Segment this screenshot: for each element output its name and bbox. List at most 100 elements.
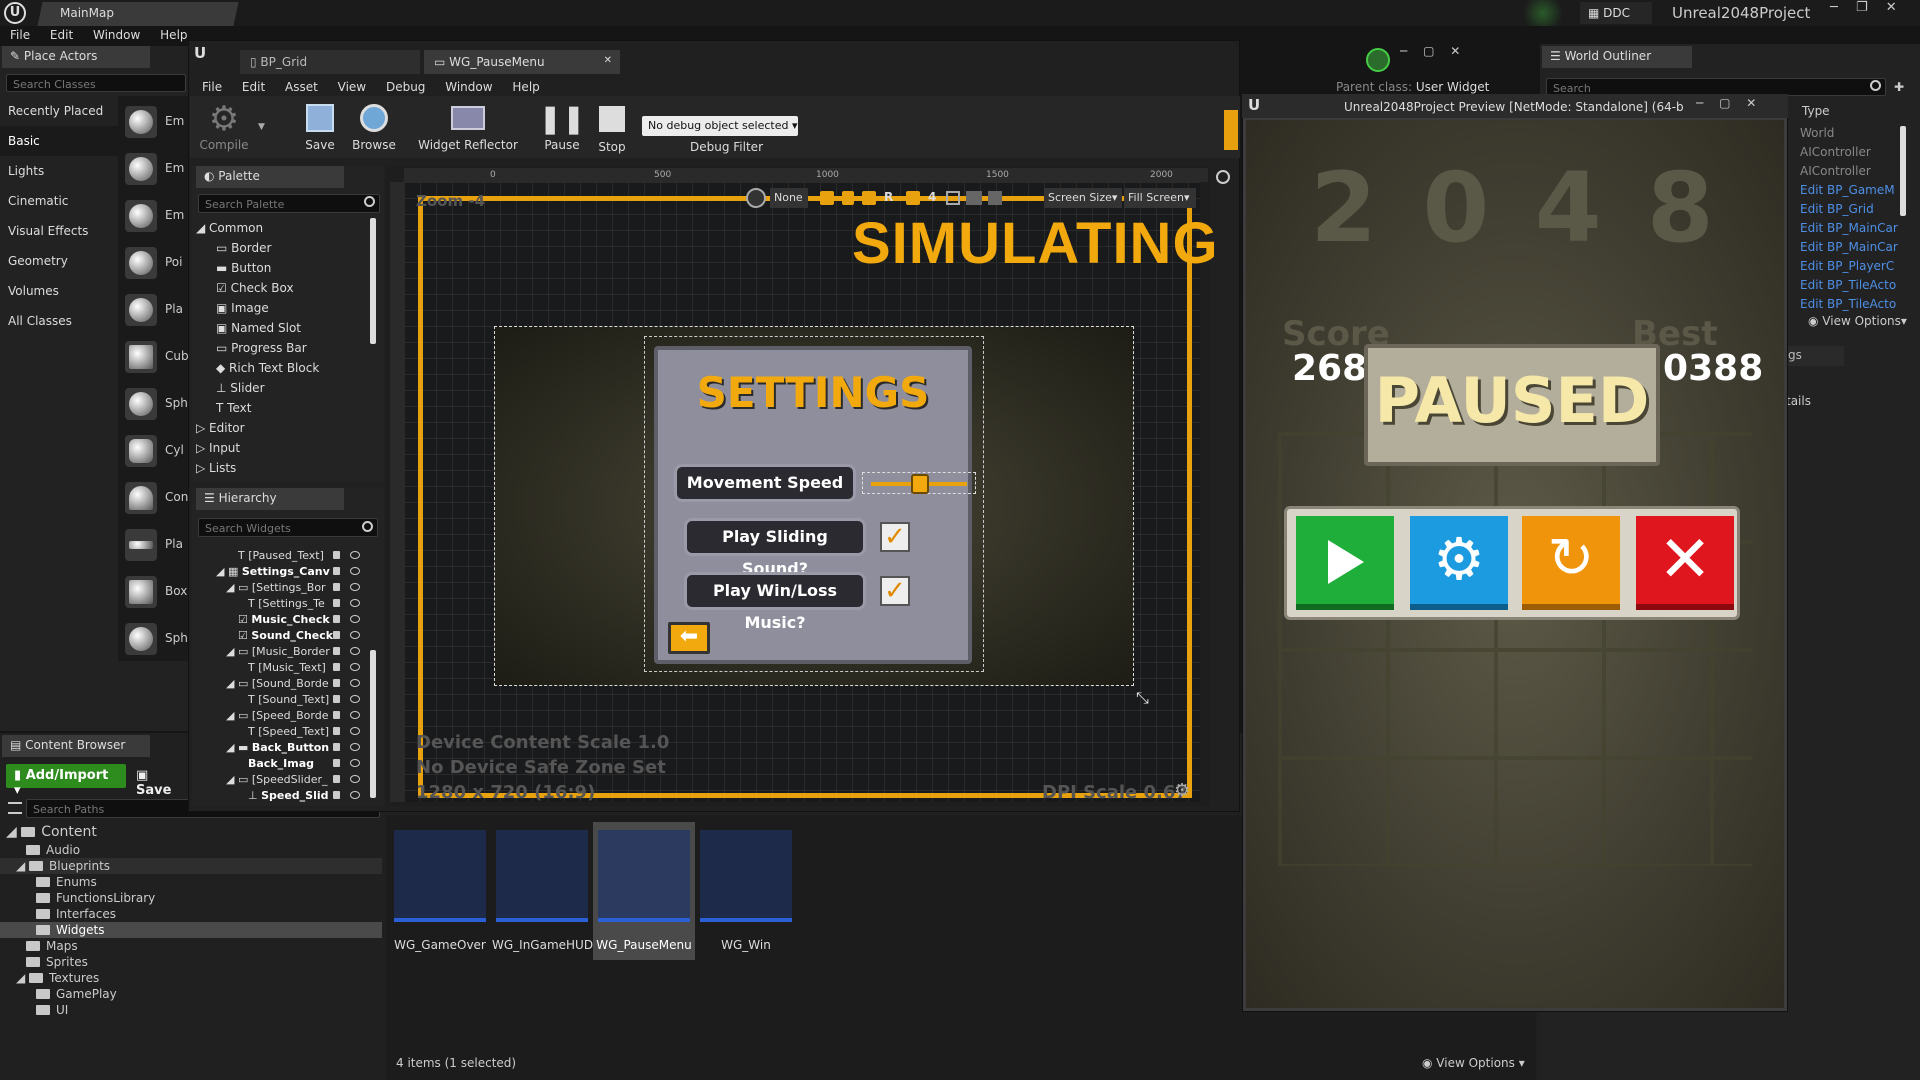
eye-icon[interactable]	[350, 711, 360, 719]
lock-icon[interactable]	[333, 567, 340, 575]
eye-icon[interactable]	[350, 551, 360, 559]
menu-file[interactable]: File	[10, 28, 30, 42]
folder-gameplay[interactable]: GamePlay	[0, 986, 382, 1002]
screen-size-dropdown[interactable]: Screen Size▾	[1044, 188, 1122, 208]
hierarchy-row-sound-border[interactable]: ◢ ▭ [Sound_Borde	[196, 676, 368, 692]
palette-item-button[interactable]: ▬ Button	[196, 258, 368, 278]
hierarchy-scrollbar[interactable]	[370, 650, 376, 798]
folder-interfaces[interactable]: Interfaces	[0, 906, 382, 922]
palette-category-editor[interactable]: ▷ Editor	[196, 418, 368, 438]
outliner-row[interactable]: Edit BP_PlayerC	[1788, 257, 1900, 276]
resume-button[interactable]	[1296, 516, 1394, 610]
eye-icon[interactable]	[350, 695, 360, 703]
eye-icon[interactable]	[350, 775, 360, 783]
image-preview-icon[interactable]	[966, 191, 982, 205]
asset-wg-pausemenu[interactable]: WG_PauseMenu	[594, 826, 692, 952]
outliner-view-options[interactable]: ◉ View Options▾	[1808, 314, 1907, 328]
outliner-row[interactable]: AIController	[1788, 162, 1900, 181]
actor-item[interactable]: Em	[125, 149, 185, 189]
maximize-icon[interactable]: ▢	[1423, 44, 1434, 58]
lock-toggle-icon[interactable]	[842, 191, 854, 205]
actor-item[interactable]: Poi	[125, 243, 185, 283]
hierarchy-row-speed-slider[interactable]: ⊥ Speed_Slid	[196, 788, 368, 804]
source-control-icon[interactable]	[1518, 0, 1568, 26]
fill-screen-dropdown[interactable]: Fill Screen▾	[1124, 188, 1196, 208]
menu-asset[interactable]: Asset	[285, 80, 318, 94]
lock-icon[interactable]	[333, 711, 340, 719]
palette-search-icon[interactable]	[364, 196, 375, 207]
widget-reflector-button[interactable]: Widget Reflector	[418, 100, 518, 152]
save-all-button[interactable]: ▣ Save	[132, 764, 192, 798]
browse-button[interactable]: Browse	[348, 100, 400, 152]
hierarchy-row-music-border[interactable]: ◢ ▭ [Music_Border	[196, 644, 368, 660]
outliner-row[interactable]: Edit BP_Grid	[1788, 200, 1900, 219]
place-actors-tab[interactable]: ✎ Place Actors	[2, 46, 150, 68]
actor-item[interactable]: Em	[125, 102, 185, 142]
outliner-add-icon[interactable]: ✚	[1894, 80, 1908, 94]
content-view-options[interactable]: ◉ View Options ▾	[1422, 1056, 1525, 1070]
palette-category-input[interactable]: ▷ Input	[196, 438, 368, 458]
transform-icon[interactable]	[946, 191, 960, 205]
menu-help[interactable]: Help	[512, 80, 539, 94]
palette-item-text[interactable]: T Text	[196, 398, 368, 418]
outliner-search-icon[interactable]	[1870, 80, 1881, 91]
hierarchy-row-sound-check[interactable]: ☑ Sound_Check	[196, 628, 368, 644]
sliding-sound-checkbox[interactable]: ✓	[880, 522, 910, 552]
hierarchy-row-back-button[interactable]: ◢ ▬ Back_Button	[196, 740, 368, 756]
search-widgets-input[interactable]: Search Widgets	[198, 518, 378, 537]
eye-icon[interactable]	[350, 615, 360, 623]
stop-button[interactable]: Stop	[590, 100, 634, 154]
asset-wg-win[interactable]: WG_Win	[696, 826, 792, 952]
lock-icon[interactable]	[333, 551, 340, 559]
lock-icon[interactable]	[333, 695, 340, 703]
menu-window[interactable]: Window	[93, 28, 140, 42]
hierarchy-row-sound-text[interactable]: T [Sound_Text]	[196, 692, 368, 708]
category-all-classes[interactable]: All Classes	[0, 306, 118, 336]
hierarchy-row-speed-border[interactable]: ◢ ▭ [Speed_Borde	[196, 708, 368, 724]
menu-window[interactable]: Window	[445, 80, 492, 94]
maximize-icon[interactable]: ▢	[1719, 96, 1730, 110]
mirror-icon[interactable]	[988, 191, 1002, 205]
eye-icon[interactable]	[350, 599, 360, 607]
outliner-scrollbar[interactable]	[1900, 126, 1906, 216]
menu-help[interactable]: Help	[160, 28, 187, 42]
actor-item[interactable]: Pla	[125, 290, 185, 330]
folder-enums[interactable]: Enums	[0, 874, 382, 890]
folder-blueprints[interactable]: ◢ Blueprints	[0, 858, 382, 874]
close-icon[interactable]: ✕	[1450, 44, 1460, 58]
outliner-row[interactable]: Edit BP_GameM	[1788, 181, 1900, 200]
debug-object-select[interactable]: No debug object selected ▾	[642, 116, 798, 136]
palette-item-rich-text-block[interactable]: ◆ Rich Text Block	[196, 358, 368, 378]
palette-item-check-box[interactable]: ☑ Check Box	[196, 278, 368, 298]
lock-icon[interactable]	[333, 727, 340, 735]
eye-icon[interactable]	[350, 679, 360, 687]
slider-thumb[interactable]	[911, 474, 929, 494]
close-icon[interactable]: ✕	[1886, 0, 1897, 15]
lock-icon[interactable]	[333, 663, 340, 671]
palette-item-progress-bar[interactable]: ▭ Progress Bar	[196, 338, 368, 358]
tab-bp-grid[interactable]: ▯ BP_Grid	[240, 50, 420, 74]
asset-wg-gameover[interactable]: WG_GameOver	[390, 826, 486, 952]
grid-icon[interactable]	[906, 191, 920, 205]
lock-icon[interactable]	[333, 679, 340, 687]
category-geometry[interactable]: Geometry	[0, 246, 118, 276]
eye-icon[interactable]	[350, 791, 360, 799]
maximize-icon[interactable]: ❐	[1856, 0, 1868, 15]
actor-item[interactable]: Con	[125, 478, 188, 518]
grid-size-button[interactable]: 4	[928, 190, 942, 208]
actor-item[interactable]: Sph	[125, 619, 188, 659]
outliner-row[interactable]: Edit BP_TileActo	[1788, 295, 1900, 314]
lock-icon[interactable]	[333, 775, 340, 783]
winloss-music-checkbox[interactable]: ✓	[880, 576, 910, 606]
actor-item[interactable]: Em	[125, 196, 185, 236]
quit-button[interactable]: ✕	[1636, 516, 1734, 610]
mode-toggle-button[interactable]	[1224, 110, 1238, 150]
menu-debug[interactable]: Debug	[386, 80, 425, 94]
lock-icon[interactable]	[333, 599, 340, 607]
lock-icon[interactable]	[333, 631, 340, 639]
tab-wg-pausemenu[interactable]: ▭ WG_PauseMenu ✕	[424, 50, 620, 74]
hierarchy-row-settings-canvas[interactable]: ◢ ▦ Settings_Canv	[196, 564, 368, 580]
actor-item[interactable]: Pla	[125, 525, 185, 565]
settings-button[interactable]: ⚙	[1410, 516, 1508, 610]
lock-icon[interactable]	[333, 615, 340, 623]
